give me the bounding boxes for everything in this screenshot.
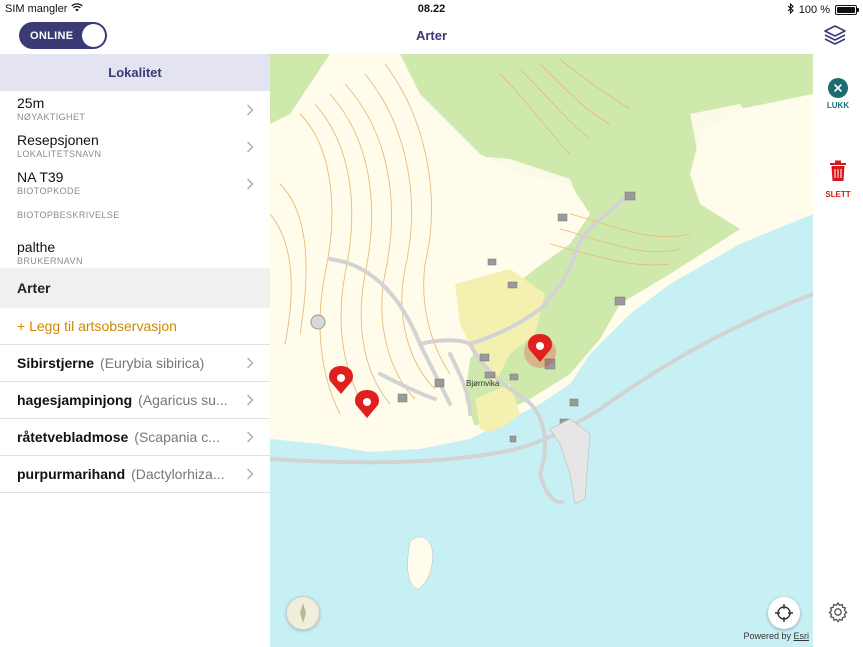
crosshair-icon[interactable]	[768, 597, 800, 629]
species-row[interactable]: råtetvebladmose (Scapania c...	[0, 419, 270, 456]
species-section-header: Arter	[0, 268, 270, 308]
chevron-right-icon	[246, 431, 254, 443]
chevron-right-icon	[246, 104, 254, 116]
delete-label: SLETT	[825, 190, 851, 199]
accuracy-value: 25m	[17, 95, 45, 111]
close-icon	[828, 78, 848, 98]
biotope-code-row[interactable]: NA T39 BIOTOPKODE	[0, 165, 270, 202]
species-name: purpurmarihand	[17, 466, 126, 482]
species-name: råtetvebladmose	[17, 429, 129, 445]
nav-title: Arter	[415, 28, 448, 43]
species-row[interactable]: purpurmarihand (Dactylorhiza...	[0, 456, 270, 493]
locality-name-value: Resepsjonen	[17, 132, 99, 148]
species-name: Sibirstjerne	[17, 355, 95, 371]
biotope-code-key: BIOTOPKODE	[17, 186, 81, 196]
biotope-code-value: NA T39	[17, 169, 64, 185]
battery-percent: 100 %	[798, 4, 830, 16]
tool-rail: LUKK SLETT	[813, 54, 863, 647]
chevron-right-icon	[246, 394, 254, 406]
species-latin: (Scapania c...	[134, 429, 220, 445]
chevron-right-icon	[246, 178, 254, 190]
nav-bar: ONLINE Arter	[0, 17, 863, 54]
layers-icon[interactable]	[823, 23, 847, 47]
compass-icon[interactable]	[286, 596, 320, 630]
delete-button[interactable]: SLETT	[813, 160, 863, 199]
species-name: hagesjampinjong	[17, 392, 133, 408]
chevron-right-icon	[246, 357, 254, 369]
species-latin: (Dactylorhiza...	[131, 466, 225, 482]
close-label: LUKK	[826, 101, 850, 110]
map-view[interactable]: Bjørnvika Powered by Esri	[270, 54, 813, 647]
map-canvas	[270, 54, 813, 647]
close-button[interactable]: LUKK	[813, 78, 863, 110]
status-right: 100 %	[787, 2, 859, 17]
locality-panel: Lokalitet 25m NØYAKTIGHET Resepsjonen LO…	[0, 54, 270, 647]
species-row[interactable]: hagesjampinjong (Agaricus su...	[0, 382, 270, 419]
trash-icon	[813, 160, 863, 187]
app-window: SIM mangler 08.22 100 % ONLINE Arter Lok…	[0, 0, 863, 647]
accuracy-row[interactable]: 25m NØYAKTIGHET	[0, 91, 270, 128]
accuracy-key: NØYAKTIGHET	[17, 112, 86, 122]
locality-name-row[interactable]: Resepsjonen LOKALITETSNAVN	[0, 128, 270, 165]
username-value: palthe	[17, 239, 56, 255]
attribution-prefix: Powered by	[743, 631, 791, 641]
battery-icon	[835, 5, 859, 15]
biotope-description-field[interactable]: BIOTOPBESKRIVELSE	[0, 202, 270, 227]
username-key: BRUKERNAVN	[17, 256, 83, 266]
bluetooth-icon	[787, 2, 794, 17]
panel-header: Lokalitet	[0, 54, 270, 91]
attribution-esri-link[interactable]: Esri	[794, 631, 810, 641]
locality-name-key: LOKALITETSNAVN	[17, 149, 102, 159]
chevron-right-icon	[246, 141, 254, 153]
species-latin: (Eurybia sibirica)	[100, 355, 205, 371]
status-bar: SIM mangler 08.22 100 %	[0, 0, 863, 17]
status-time: 08.22	[417, 3, 446, 15]
species-latin: (Agaricus su...	[138, 392, 228, 408]
gear-icon[interactable]	[827, 601, 849, 623]
username-row: palthe BRUKERNAVN	[0, 230, 270, 266]
place-label: Bjørnvika	[466, 379, 500, 388]
map-attribution: Powered by Esri	[743, 631, 809, 641]
add-observation-button[interactable]: + Legg til artsobservasjon	[0, 308, 270, 345]
species-row[interactable]: Sibirstjerne (Eurybia sibirica)	[0, 345, 270, 382]
chevron-right-icon	[246, 468, 254, 480]
